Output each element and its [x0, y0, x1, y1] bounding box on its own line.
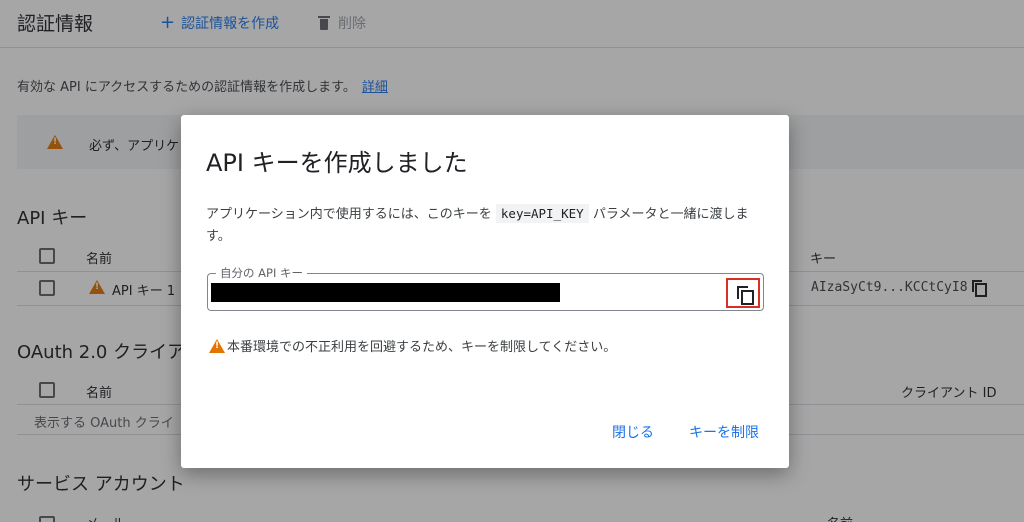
- restrict-warning-text: 本番環境での不正利用を回避するため、キーを制限してください。: [227, 340, 617, 355]
- warning-icon: [209, 338, 225, 353]
- dialog-title: API キーを作成しました: [206, 149, 468, 177]
- dialog-desc-before: アプリケーション内で使用するには、このキーを: [206, 207, 492, 222]
- key-param-code: key=API_KEY: [495, 204, 589, 223]
- copy-icon: [737, 286, 754, 305]
- api-key-created-dialog: API キーを作成しました アプリケーション内で使用するには、このキーを key…: [181, 115, 789, 468]
- restrict-key-button[interactable]: キーを制限: [689, 422, 759, 442]
- dialog-description: アプリケーション内で使用するには、このキーを key=API_KEY パラメータ…: [206, 203, 766, 248]
- api-key-field: 自分の API キー: [207, 265, 764, 311]
- api-key-field-label: 自分の API キー: [216, 265, 308, 281]
- close-button[interactable]: 閉じる: [612, 422, 654, 442]
- api-key-input[interactable]: [211, 283, 560, 302]
- copy-key-button[interactable]: [726, 278, 760, 308]
- restrict-warning: 本番環境での不正利用を回避するため、キーを制限してください。: [209, 336, 616, 355]
